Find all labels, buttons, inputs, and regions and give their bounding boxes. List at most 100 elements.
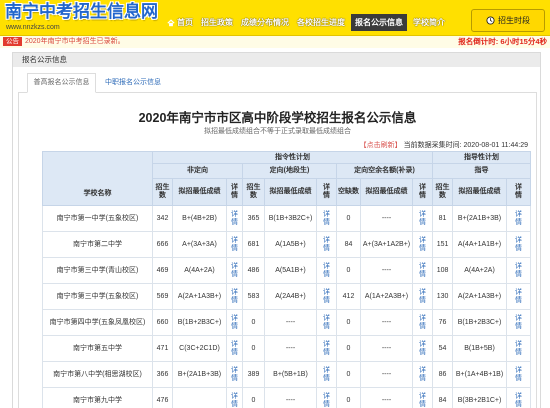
detail-link[interactable]: 详情 <box>515 367 522 383</box>
guidance-count-cell: 108 <box>432 257 454 284</box>
detail-cell: 详情 <box>506 387 532 408</box>
detail-cell: 详情 <box>316 361 337 388</box>
detail-cell: 详情 <box>506 283 532 310</box>
notice-text[interactable]: 2020年南宁市中考招生已录新。 <box>25 36 125 48</box>
nav-item-score-distribution[interactable]: 成绩分布情况 <box>239 14 291 31</box>
min-score-header: 拟招最低成绩 <box>264 178 317 206</box>
vacancy-count-cell: 0 <box>336 205 361 232</box>
vacancy-count-cell: 0 <box>336 335 361 362</box>
detail-link[interactable]: 详情 <box>419 211 426 227</box>
guidance-header: 指导 <box>432 163 532 179</box>
detail-link[interactable]: 详情 <box>323 237 330 253</box>
registration-countdown: 报名倒计时: 6小时15分4秒 <box>458 37 547 46</box>
detail-link[interactable]: 详情 <box>323 341 330 357</box>
nav-item-school-intro[interactable]: 学校简介 <box>411 14 447 31</box>
page: 南宁中考招生信息网 www.nnzkzs.com 首页 招生政策 成绩分布情况 … <box>0 0 550 408</box>
detail-link[interactable]: 详情 <box>323 211 330 227</box>
nav-item-registration-public[interactable]: 报名公示信息 <box>351 14 407 31</box>
school-name-cell: 南宁市第九中学 <box>42 387 153 408</box>
detail-link[interactable]: 详情 <box>323 367 330 383</box>
detail-cell: 详情 <box>411 309 434 336</box>
detail-cell: 详情 <box>226 257 243 284</box>
guidance-min-score-cell: A(4A+2A) <box>452 257 508 284</box>
guidance-min-score-cell: B(3B+2B1C+) <box>452 387 508 408</box>
nav-item-label: 首页 <box>177 18 193 27</box>
detail-link[interactable]: 详情 <box>323 393 330 408</box>
detail-link[interactable]: 详情 <box>515 393 522 408</box>
detail-link[interactable]: 详情 <box>515 315 522 331</box>
detail-link[interactable]: 详情 <box>419 237 426 253</box>
enrollment-period-button[interactable]: 招生时段 <box>471 9 545 32</box>
nav-item-school-progress[interactable]: 各校招生进度 <box>295 14 347 31</box>
detail-cell: 详情 <box>226 309 243 336</box>
directed-min-score-cell: B(1B+3B2C+) <box>264 205 317 232</box>
vacancy-count-cell: 0 <box>336 309 361 336</box>
detail-cell: 详情 <box>316 335 337 362</box>
detail-link[interactable]: 详情 <box>515 263 522 279</box>
directed-min-score-cell: ---- <box>264 387 317 408</box>
detail-link[interactable]: 详情 <box>231 237 238 253</box>
detail-link[interactable]: 详情 <box>419 315 426 331</box>
detail-link[interactable]: 详情 <box>231 367 238 383</box>
guidance-count-cell: 84 <box>432 387 454 408</box>
tab-bar: 普高报名公示信息 中职报名公示信息 <box>13 73 540 93</box>
detail-link[interactable]: 详情 <box>419 289 426 305</box>
directed-min-score-cell: ---- <box>264 309 317 336</box>
nav-item-label: 学校简介 <box>413 18 445 27</box>
nav-item-policy[interactable]: 招生政策 <box>199 14 235 31</box>
detail-link[interactable]: 详情 <box>323 263 330 279</box>
detail-link[interactable]: 详情 <box>231 393 238 408</box>
table-row: 南宁市第三中学(五象校区) 569 A(2A+1A3B+) 详情 583 A(2A4B+)… <box>42 283 532 310</box>
detail-link[interactable]: 详情 <box>231 263 238 279</box>
directed-min-score-cell: A(1A5B+) <box>264 231 317 258</box>
tab-vocational-school[interactable]: 中职报名公示信息 <box>105 73 161 92</box>
detail-link[interactable]: 详情 <box>419 341 426 357</box>
mandatory-plan-header: 指令性计划 <box>151 151 434 164</box>
detail-link[interactable]: 详情 <box>231 289 238 305</box>
detail-cell: 详情 <box>316 309 337 336</box>
non-directed-min-score-cell <box>172 387 227 408</box>
table-row: 南宁市第二中学 666 A+(3A+3A) 详情 681 A(1A5B+) 详情 84 A+(3… <box>42 231 532 258</box>
site-logo-title[interactable]: 南宁中考招生信息网 <box>5 2 158 22</box>
detail-link[interactable]: 详情 <box>231 211 238 227</box>
detail-link[interactable]: 详情 <box>419 393 426 408</box>
detail-cell: 详情 <box>226 361 243 388</box>
detail-header: 详情 <box>316 178 337 206</box>
detail-header-label: 详情 <box>231 184 238 199</box>
directed-count-cell: 583 <box>242 283 265 310</box>
guidance-count-cell: 76 <box>432 309 454 336</box>
school-name-cell: 南宁市第四中学(五象凤凰校区) <box>42 309 153 336</box>
detail-link[interactable]: 详情 <box>515 211 522 227</box>
detail-link[interactable]: 详情 <box>515 341 522 357</box>
refresh-link[interactable]: 【点击刷新】 <box>360 142 402 149</box>
non-directed-count-cell: 666 <box>152 231 173 258</box>
detail-link[interactable]: 详情 <box>231 315 238 331</box>
non-directed-header: 非定向 <box>152 163 243 179</box>
nav-item-home[interactable]: 首页 <box>165 14 195 31</box>
detail-cell: 详情 <box>226 205 243 232</box>
detail-link[interactable]: 详情 <box>419 367 426 383</box>
detail-link[interactable]: 详情 <box>515 237 522 253</box>
table-body: 南宁市第一中学(五象校区) 342 B+(4B+2B) 详情 365 B(1B+3B2C+… <box>42 205 532 408</box>
detail-link[interactable]: 详情 <box>419 263 426 279</box>
directed-count-cell: 389 <box>242 361 265 388</box>
guidance-min-score-cell: B(1B+2B3C+) <box>452 309 508 336</box>
detail-cell: 详情 <box>226 387 243 408</box>
guidance-min-score-cell: A(2A+1A3B+) <box>452 283 508 310</box>
vacancy-min-score-cell: ---- <box>360 257 413 284</box>
home-icon <box>167 18 175 27</box>
vacancy-count-cell: 84 <box>336 231 361 258</box>
detail-link[interactable]: 详情 <box>515 289 522 305</box>
directed-min-score-cell: ---- <box>264 335 317 362</box>
detail-link[interactable]: 详情 <box>323 315 330 331</box>
non-directed-min-score-cell: A(4A+2A) <box>172 257 227 284</box>
detail-header: 详情 <box>226 178 243 206</box>
tab-general-high-school[interactable]: 普高报名公示信息 <box>27 73 96 93</box>
min-score-header: 拟招最低成绩 <box>360 178 413 206</box>
detail-link[interactable]: 详情 <box>231 341 238 357</box>
non-directed-count-cell: 476 <box>152 387 173 408</box>
detail-header-label: 详情 <box>323 184 330 199</box>
detail-link[interactable]: 详情 <box>323 289 330 305</box>
school-name-cell: 南宁市第一中学(五象校区) <box>42 205 153 232</box>
data-timestamp: 当前数据采集时间: 2020-08-01 11:44:29 <box>403 142 528 149</box>
